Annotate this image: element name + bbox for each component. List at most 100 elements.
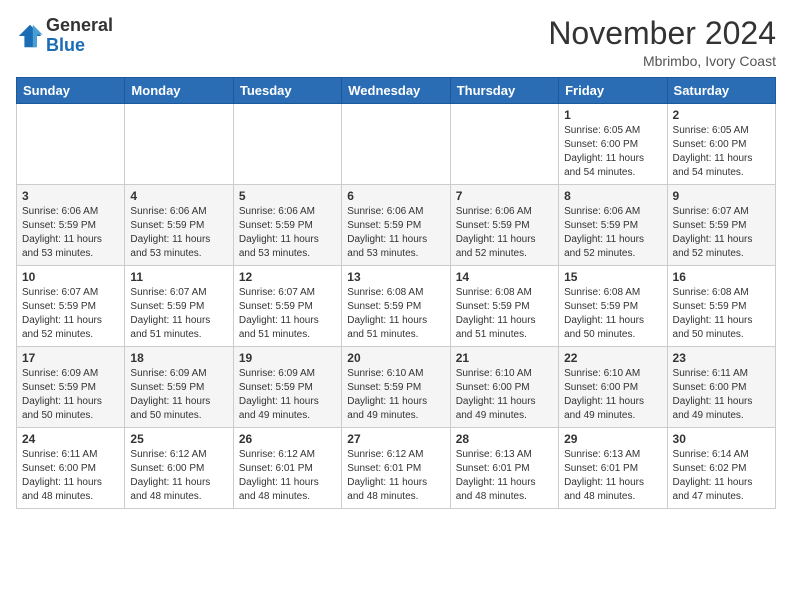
day-number: 17 [22,351,119,365]
day-number: 23 [673,351,770,365]
calendar-day-cell: 26 Sunrise: 6:12 AMSunset: 6:01 PMDayligh… [233,428,341,509]
day-number: 2 [673,108,770,122]
day-number: 3 [22,189,119,203]
calendar-day-cell: 24Sunrise: 6:11 AMSunset: 6:00 PMDayligh… [17,428,125,509]
day-of-week-header: Saturday [667,78,775,104]
calendar-header-row: SundayMondayTuesdayWednesdayThursdayFrid… [17,78,776,104]
calendar-day-cell [17,104,125,185]
day-number: 1 [564,108,661,122]
calendar-day-cell: 2 Sunrise: 6:05 AMSunset: 6:00 PMDaylight… [667,104,775,185]
day-number: 27 [347,432,444,446]
calendar-day-cell: 5Sunrise: 6:06 AMSunset: 5:59 PMDaylight… [233,185,341,266]
calendar-day-cell [233,104,341,185]
day-info: Sunrise: 6:05 AMSunset: 6:00 PMDaylight:… [673,124,770,180]
calendar-day-cell: 21Sunrise: 6:10 AMSunset: 6:00 PMDayligh… [450,347,558,428]
day-info: Sunrise: 6:12 AMSunset: 6:00 PMDaylight:… [130,448,227,504]
month-title: November 2024 [548,16,776,51]
day-number: 25 [130,432,227,446]
day-info: Sunrise: 6:07 AMSunset: 5:59 PMDaylight:… [239,286,336,342]
calendar-day-cell: 11 Sunrise: 6:07 AMSunset: 5:59 PMDayligh… [125,266,233,347]
day-info: Sunrise: 6:07 AMSunset: 5:59 PMDaylight:… [673,205,770,261]
calendar-day-cell: 8Sunrise: 6:06 AMSunset: 5:59 PMDaylight… [559,185,667,266]
day-number: 7 [456,189,553,203]
calendar-day-cell [342,104,450,185]
day-info: Sunrise: 6:14 AMSunset: 6:02 PMDaylight:… [673,448,770,504]
day-number: 18 [130,351,227,365]
day-number: 9 [673,189,770,203]
title-block: November 2024 Mbrimbo, Ivory Coast [548,16,776,69]
calendar-day-cell: 28Sunrise: 6:13 AMSunset: 6:01 PMDayligh… [450,428,558,509]
logo-text: General Blue [46,16,113,56]
day-number: 15 [564,270,661,284]
day-number: 10 [22,270,119,284]
calendar-week-row: 1 Sunrise: 6:05 AMSunset: 6:00 PMDaylight… [17,104,776,185]
header: General Blue November 2024 Mbrimbo, Ivor… [16,16,776,69]
calendar-day-cell: 14 Sunrise: 6:08 AMSunset: 5:59 PMDayligh… [450,266,558,347]
day-info: Sunrise: 6:06 AMSunset: 5:59 PMDaylight:… [564,205,661,261]
day-number: 24 [22,432,119,446]
calendar-day-cell: 6 Sunrise: 6:06 AMSunset: 5:59 PMDaylight… [342,185,450,266]
day-number: 20 [347,351,444,365]
calendar-day-cell: 12 Sunrise: 6:07 AMSunset: 5:59 PMDayligh… [233,266,341,347]
calendar-week-row: 24Sunrise: 6:11 AMSunset: 6:00 PMDayligh… [17,428,776,509]
calendar-day-cell: 18 Sunrise: 6:09 AMSunset: 5:59 PMDayligh… [125,347,233,428]
logo-blue-label: Blue [46,36,113,56]
calendar-day-cell: 19 Sunrise: 6:09 AMSunset: 5:59 PMDayligh… [233,347,341,428]
logo-general-label: General [46,16,113,36]
day-info: Sunrise: 6:08 AMSunset: 5:59 PMDaylight:… [347,286,444,342]
day-number: 30 [673,432,770,446]
calendar-day-cell: 30 Sunrise: 6:14 AMSunset: 6:02 PMDayligh… [667,428,775,509]
day-info: Sunrise: 6:06 AMSunset: 5:59 PMDaylight:… [130,205,227,261]
day-info: Sunrise: 6:10 AMSunset: 6:00 PMDaylight:… [564,367,661,423]
day-of-week-header: Wednesday [342,78,450,104]
day-of-week-header: Monday [125,78,233,104]
day-info: Sunrise: 6:13 AMSunset: 6:01 PMDaylight:… [456,448,553,504]
day-number: 11 [130,270,227,284]
day-info: Sunrise: 6:07 AMSunset: 5:59 PMDaylight:… [22,286,119,342]
calendar-day-cell: 16Sunrise: 6:08 AMSunset: 5:59 PMDayligh… [667,266,775,347]
day-of-week-header: Friday [559,78,667,104]
day-info: Sunrise: 6:08 AMSunset: 5:59 PMDaylight:… [564,286,661,342]
day-of-week-header: Tuesday [233,78,341,104]
day-number: 26 [239,432,336,446]
calendar-day-cell: 1 Sunrise: 6:05 AMSunset: 6:00 PMDaylight… [559,104,667,185]
day-info: Sunrise: 6:09 AMSunset: 5:59 PMDaylight:… [130,367,227,423]
calendar-table: SundayMondayTuesdayWednesdayThursdayFrid… [16,77,776,509]
day-number: 19 [239,351,336,365]
day-info: Sunrise: 6:06 AMSunset: 5:59 PMDaylight:… [239,205,336,261]
location-label: Mbrimbo, Ivory Coast [548,53,776,69]
page: General Blue November 2024 Mbrimbo, Ivor… [0,0,792,525]
logo: General Blue [16,16,113,56]
calendar-week-row: 3 Sunrise: 6:06 AMSunset: 5:59 PMDaylight… [17,185,776,266]
day-info: Sunrise: 6:12 AMSunset: 6:01 PMDaylight:… [239,448,336,504]
calendar-day-cell [450,104,558,185]
day-info: Sunrise: 6:12 AMSunset: 6:01 PMDaylight:… [347,448,444,504]
day-number: 12 [239,270,336,284]
day-info: Sunrise: 6:06 AMSunset: 5:59 PMDaylight:… [347,205,444,261]
day-info: Sunrise: 6:07 AMSunset: 5:59 PMDaylight:… [130,286,227,342]
calendar-day-cell: 9 Sunrise: 6:07 AMSunset: 5:59 PMDaylight… [667,185,775,266]
calendar-day-cell: 13 Sunrise: 6:08 AMSunset: 5:59 PMDayligh… [342,266,450,347]
day-number: 6 [347,189,444,203]
calendar-day-cell: 4 Sunrise: 6:06 AMSunset: 5:59 PMDaylight… [125,185,233,266]
day-info: Sunrise: 6:06 AMSunset: 5:59 PMDaylight:… [22,205,119,261]
day-number: 14 [456,270,553,284]
calendar-day-cell: 17 Sunrise: 6:09 AMSunset: 5:59 PMDayligh… [17,347,125,428]
day-of-week-header: Thursday [450,78,558,104]
day-info: Sunrise: 6:05 AMSunset: 6:00 PMDaylight:… [564,124,661,180]
day-number: 4 [130,189,227,203]
day-info: Sunrise: 6:08 AMSunset: 5:59 PMDaylight:… [456,286,553,342]
day-number: 22 [564,351,661,365]
calendar-day-cell: 7Sunrise: 6:06 AMSunset: 5:59 PMDaylight… [450,185,558,266]
day-number: 16 [673,270,770,284]
day-info: Sunrise: 6:09 AMSunset: 5:59 PMDaylight:… [22,367,119,423]
day-info: Sunrise: 6:10 AMSunset: 5:59 PMDaylight:… [347,367,444,423]
day-info: Sunrise: 6:09 AMSunset: 5:59 PMDaylight:… [239,367,336,423]
day-number: 13 [347,270,444,284]
calendar-day-cell [125,104,233,185]
calendar-day-cell: 15 Sunrise: 6:08 AMSunset: 5:59 PMDayligh… [559,266,667,347]
calendar-day-cell: 25 Sunrise: 6:12 AMSunset: 6:00 PMDayligh… [125,428,233,509]
day-of-week-header: Sunday [17,78,125,104]
calendar-day-cell: 3 Sunrise: 6:06 AMSunset: 5:59 PMDaylight… [17,185,125,266]
calendar-day-cell: 23Sunrise: 6:11 AMSunset: 6:00 PMDayligh… [667,347,775,428]
